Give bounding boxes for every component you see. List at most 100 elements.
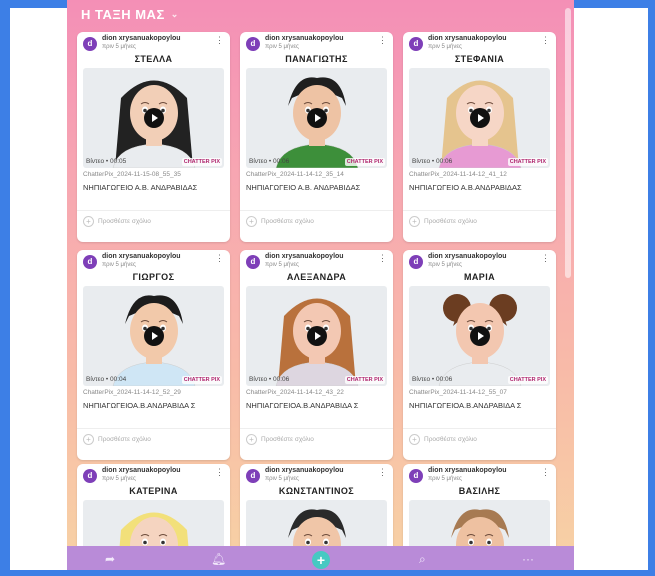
- play-icon[interactable]: [307, 326, 327, 346]
- play-icon[interactable]: [144, 108, 164, 128]
- video-duration: Βίντεο • 00:06: [412, 376, 453, 383]
- post-card[interactable]: d dion xrysanuakopoylou πριν 5 μήνες ⋮ Γ…: [77, 250, 230, 460]
- post-header: d dion xrysanuakopoylou πριν 5 μήνες ⋮: [240, 32, 393, 54]
- avatar[interactable]: d: [409, 37, 423, 51]
- post-card[interactable]: d dion xrysanuakopoylou πριν 5 μήνες ⋮ Π…: [240, 32, 393, 242]
- more-vertical-icon[interactable]: ⋮: [541, 467, 550, 478]
- bell-icon[interactable]: 🔔︎: [211, 552, 226, 566]
- post-author: dion xrysanuakopoylou: [102, 467, 181, 474]
- avatar[interactable]: d: [83, 37, 97, 51]
- post-time: πριν 5 μήνες: [102, 262, 136, 268]
- post-title: ΑΛΕΞΑΝΔΡΑ: [286, 272, 347, 282]
- post-card[interactable]: d dion xrysanuakopoylou πριν 5 μήνες ⋮ Μ…: [403, 250, 556, 460]
- video-duration: Βίντεο • 00:06: [249, 158, 290, 165]
- add-comment-button[interactable]: + Προσθέστε σχόλιο: [240, 428, 393, 450]
- post-title: ΠΑΝΑΓΙΩΤΗΣ: [285, 54, 348, 64]
- window-frame-bottom: [0, 570, 655, 576]
- post-description: ΝΗΠΙΑΓΩΓΕΙΟΑ.Β.ΑΝΔΡΑΒΙΔΑ Σ: [83, 401, 196, 410]
- attachment-filename[interactable]: ChatterPix_2024-11-14-12_41_12: [403, 168, 556, 178]
- post-author: dion xrysanuakopoylou: [428, 467, 507, 474]
- video-thumbnail[interactable]: Βίντεο • 00:04 CHATTER PIX: [83, 286, 224, 386]
- add-comment-label: Προσθέστε σχόλιο: [261, 218, 314, 225]
- add-comment-button[interactable]: + Προσθέστε σχόλιο: [403, 428, 556, 450]
- play-icon[interactable]: [144, 326, 164, 346]
- avatar[interactable]: d: [246, 37, 260, 51]
- post-description: ΝΗΠΙΑΓΩΓΕΙΟΑ.Β.ΑΝΔΡΑΒΙΔΑ Σ: [409, 401, 522, 410]
- add-comment-label: Προσθέστε σχόλιο: [424, 218, 477, 225]
- post-time: πριν 5 μήνες: [428, 262, 462, 268]
- post-author: dion xrysanuakopoylou: [265, 253, 344, 260]
- avatar[interactable]: d: [246, 469, 260, 483]
- play-icon[interactable]: [470, 108, 490, 128]
- chatterpix-watermark: CHATTER PIX: [507, 158, 548, 166]
- attachment-filename[interactable]: ChatterPix_2024-11-15-08_55_35: [77, 168, 230, 178]
- video-thumbnail[interactable]: Βίντεο • 00:06 CHATTER PIX: [409, 68, 550, 168]
- avatar[interactable]: d: [83, 469, 97, 483]
- padlet-board: Η ΤΑΞΗ ΜΑΣ ⌄ d dion xrysanuakopoylou πρι…: [67, 0, 574, 576]
- attachment-filename[interactable]: ChatterPix_2024-11-14-12_52_29: [77, 386, 230, 396]
- more-vertical-icon[interactable]: ⋮: [215, 467, 224, 478]
- more-vertical-icon[interactable]: ⋮: [541, 253, 550, 264]
- attachment-filename[interactable]: ChatterPix_2024-11-14-12_35_14: [240, 168, 393, 178]
- post-time: πριν 5 μήνες: [265, 262, 299, 268]
- add-comment-label: Προσθέστε σχόλιο: [98, 218, 151, 225]
- post-header: d dion xrysanuakopoylou πριν 5 μήνες ⋮: [77, 464, 230, 486]
- attachment-filename[interactable]: ChatterPix_2024-11-14-12_43_22: [240, 386, 393, 396]
- board-title[interactable]: Η ΤΑΞΗ ΜΑΣ ⌄: [81, 7, 179, 22]
- post-description: ΝΗΠΙΑΓΩΓΕΙΟ Α.Β. ΑΝΔΡΑΒΙΔΑΣ: [83, 183, 198, 192]
- add-comment-button[interactable]: + Προσθέστε σχόλιο: [403, 210, 556, 232]
- video-duration: Βίντεο • 00:04: [86, 376, 127, 383]
- add-post-button[interactable]: +: [312, 551, 330, 569]
- more-vertical-icon[interactable]: ⋮: [215, 35, 224, 46]
- post-time: πριν 5 μήνες: [102, 476, 136, 482]
- post-header: d dion xrysanuakopoylou πριν 5 μήνες ⋮: [240, 250, 393, 272]
- add-comment-button[interactable]: + Προσθέστε σχόλιο: [77, 210, 230, 232]
- post-author: dion xrysanuakopoylou: [428, 253, 507, 260]
- video-thumbnail[interactable]: Βίντεο • 00:05 CHATTER PIX: [83, 68, 224, 168]
- play-icon[interactable]: [307, 108, 327, 128]
- post-card[interactable]: d dion xrysanuakopoylou πριν 5 μήνες ⋮ Σ…: [77, 32, 230, 242]
- search-icon[interactable]: ⌕: [419, 552, 426, 567]
- post-card[interactable]: d dion xrysanuakopoylou πριν 5 μήνες ⋮ Σ…: [403, 32, 556, 242]
- attachment-filename[interactable]: ChatterPix_2024-11-14-12_55_07: [403, 386, 556, 396]
- plus-icon: +: [246, 434, 257, 445]
- avatar[interactable]: d: [409, 255, 423, 269]
- post-author: dion xrysanuakopoylou: [102, 35, 181, 42]
- video-thumbnail[interactable]: Βίντεο • 00:06 CHATTER PIX: [409, 286, 550, 386]
- post-card[interactable]: d dion xrysanuakopoylou πριν 5 μήνες ⋮ Α…: [240, 250, 393, 460]
- post-title: ΓΙΩΡΓΟΣ: [132, 272, 175, 282]
- video-duration: Βίντεο • 00:06: [412, 158, 453, 165]
- chevron-down-icon[interactable]: ⌄: [171, 9, 179, 20]
- add-comment-label: Προσθέστε σχόλιο: [424, 436, 477, 443]
- board-scrollbar[interactable]: [565, 8, 571, 278]
- more-vertical-icon[interactable]: ⋮: [215, 253, 224, 264]
- plus-icon: +: [83, 434, 94, 445]
- video-duration: Βίντεο • 00:06: [249, 376, 290, 383]
- more-vertical-icon[interactable]: ⋮: [378, 253, 387, 264]
- avatar[interactable]: d: [83, 255, 97, 269]
- more-icon[interactable]: ···: [522, 552, 534, 566]
- post-author: dion xrysanuakopoylou: [102, 253, 181, 260]
- more-vertical-icon[interactable]: ⋮: [378, 467, 387, 478]
- add-comment-label: Προσθέστε σχόλιο: [261, 436, 314, 443]
- more-vertical-icon[interactable]: ⋮: [378, 35, 387, 46]
- plus-icon: +: [246, 216, 257, 227]
- video-thumbnail[interactable]: Βίντεο • 00:06 CHATTER PIX: [246, 286, 387, 386]
- board-title-text: Η ΤΑΞΗ ΜΑΣ: [81, 7, 165, 22]
- post-title: ΣΤΕΛΛΑ: [134, 54, 173, 64]
- more-vertical-icon[interactable]: ⋮: [541, 35, 550, 46]
- post-header: d dion xrysanuakopoylou πριν 5 μήνες ⋮: [403, 32, 556, 54]
- window-frame-left: [0, 0, 10, 576]
- post-title: ΜΑΡΙΑ: [464, 272, 495, 282]
- video-thumbnail[interactable]: Βίντεο • 00:06 CHATTER PIX: [246, 68, 387, 168]
- chatterpix-watermark: CHATTER PIX: [507, 376, 548, 384]
- chatterpix-watermark: CHATTER PIX: [344, 376, 385, 384]
- post-description: ΝΗΠΙΑΓΩΓΕΙΟ Α.Β.ΑΝΔΡΑΒΙΔΑΣ: [409, 183, 522, 192]
- add-comment-button[interactable]: + Προσθέστε σχόλιο: [77, 428, 230, 450]
- play-icon[interactable]: [470, 326, 490, 346]
- add-icon: +: [316, 552, 326, 568]
- avatar[interactable]: d: [409, 469, 423, 483]
- add-comment-button[interactable]: + Προσθέστε σχόλιο: [240, 210, 393, 232]
- avatar[interactable]: d: [246, 255, 260, 269]
- share-icon[interactable]: ➦: [105, 552, 115, 566]
